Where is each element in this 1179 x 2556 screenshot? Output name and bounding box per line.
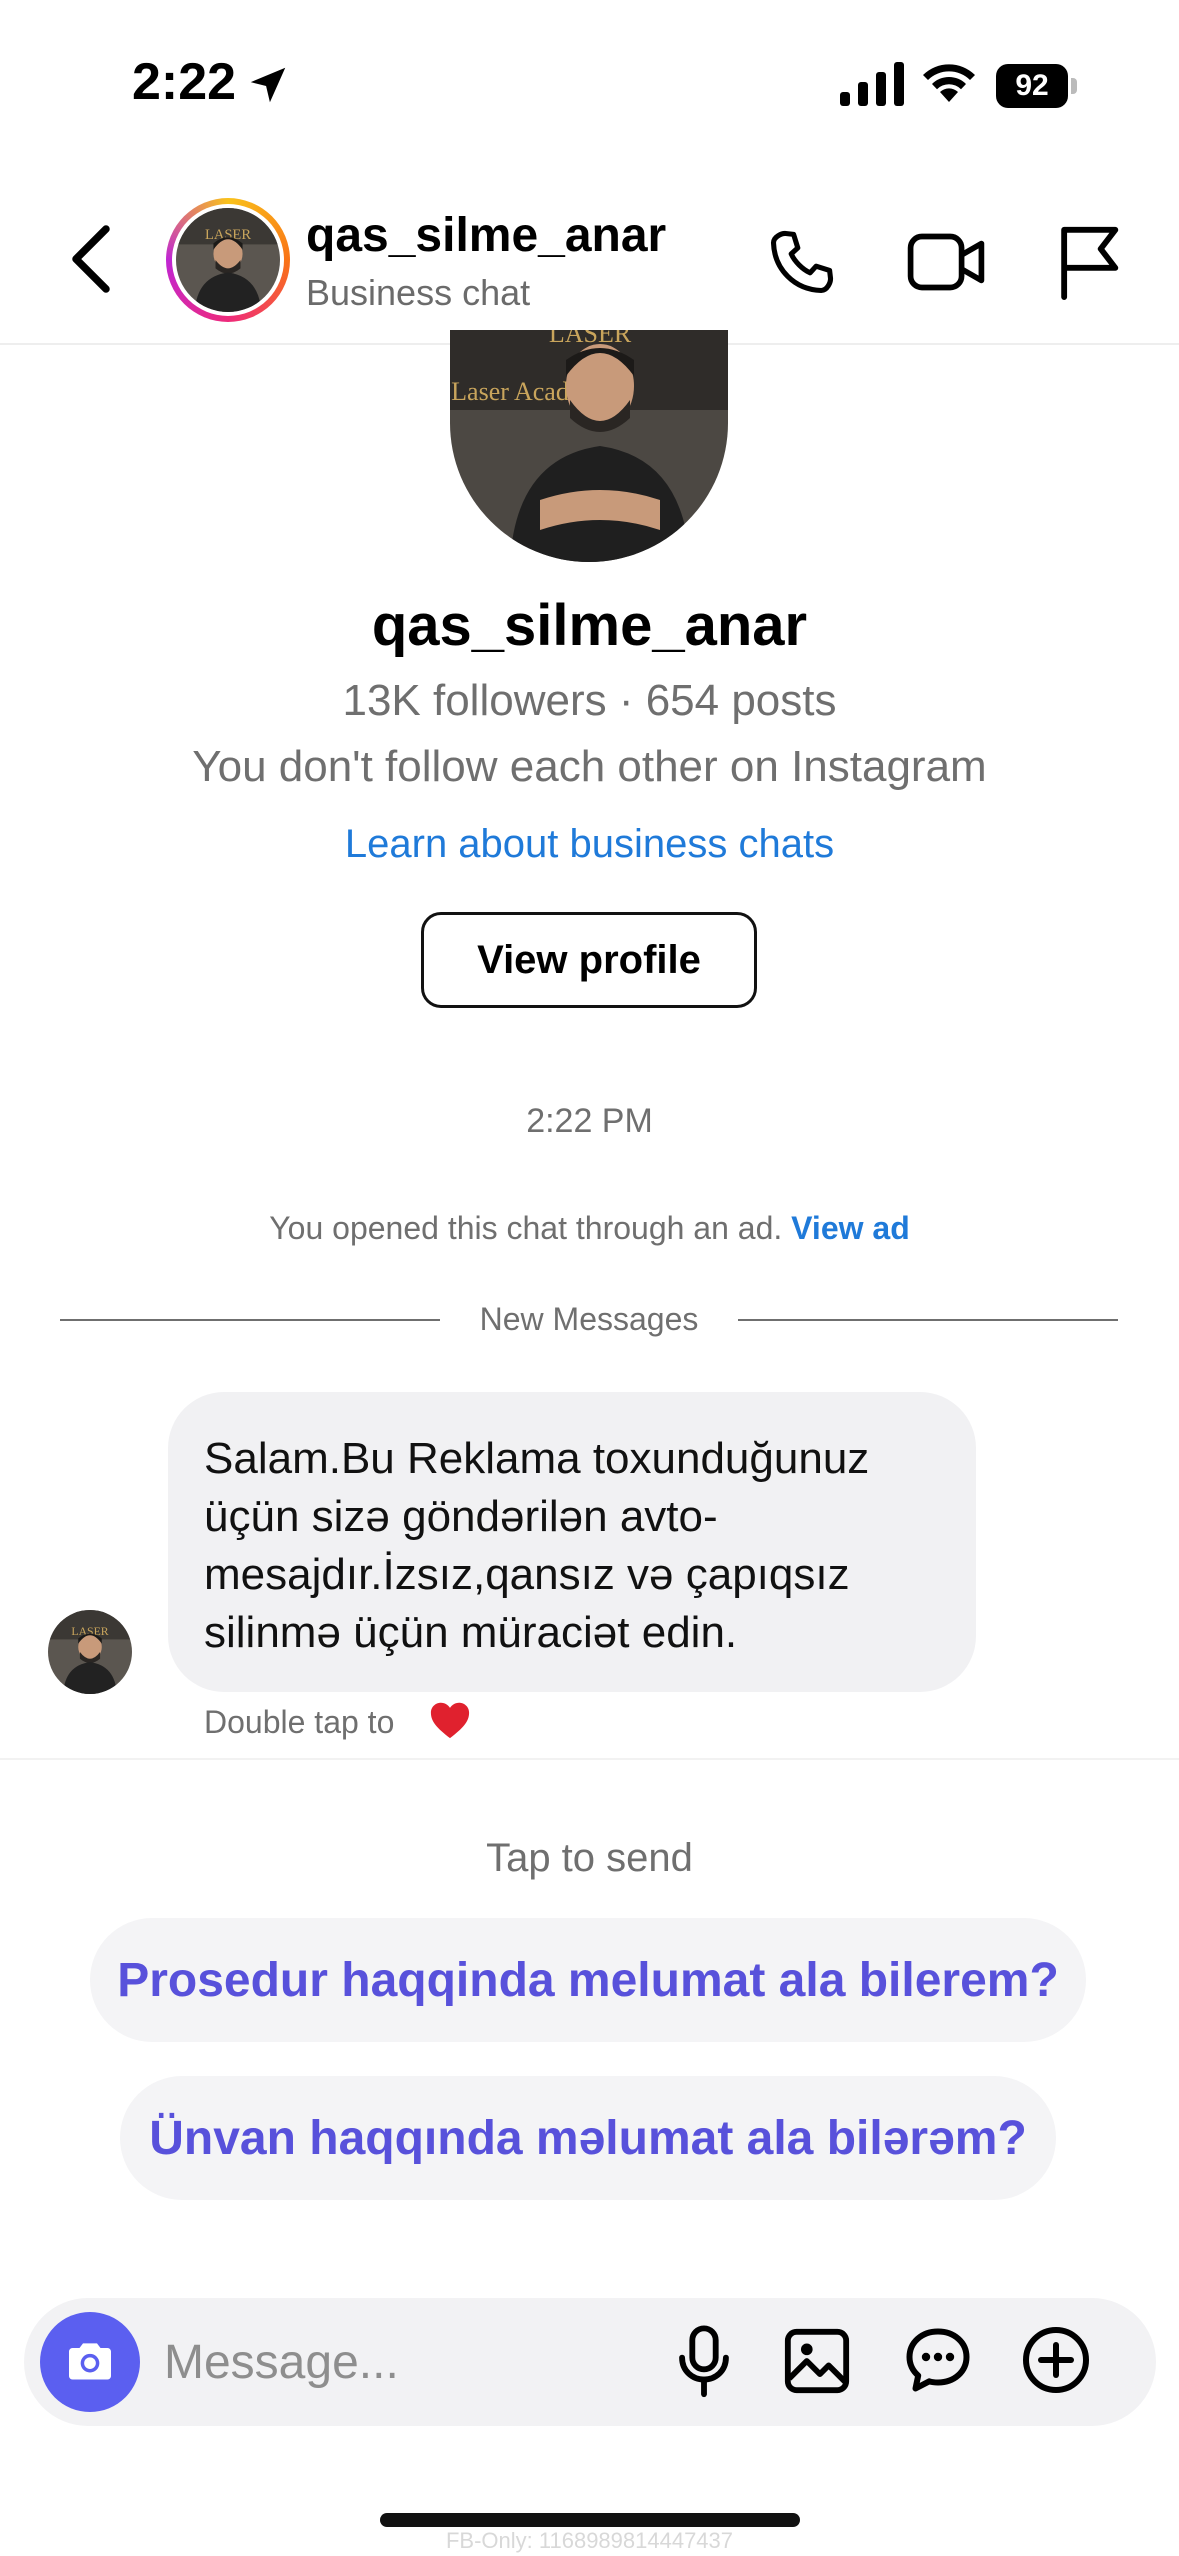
gallery-icon[interactable] xyxy=(782,2326,852,2396)
header-username[interactable]: qas_silme_anar xyxy=(306,208,666,263)
section-divider xyxy=(0,1758,1179,1760)
message-input[interactable] xyxy=(164,2322,664,2402)
microphone-icon[interactable] xyxy=(672,2324,736,2400)
header-avatar[interactable]: LASER xyxy=(166,198,290,322)
location-arrow-icon xyxy=(250,67,286,103)
camera-button[interactable] xyxy=(40,2312,140,2412)
divider-line xyxy=(738,1319,1118,1321)
profile-photo[interactable]: LASER Laser Acad xyxy=(450,330,728,562)
view-ad-link[interactable]: View ad xyxy=(791,1210,910,1246)
chat-timestamp: 2:22 PM xyxy=(526,1102,653,1140)
profile-stats: 13K followers · 654 posts xyxy=(342,676,837,725)
plus-icon[interactable] xyxy=(1020,2324,1092,2396)
chevron-left-icon[interactable] xyxy=(66,224,116,294)
heart-icon xyxy=(430,1702,470,1739)
header-subtitle: Business chat xyxy=(306,272,531,313)
build-label: FB-Only: 1168989814447437 xyxy=(445,2528,734,2553)
svg-text:Laser Acad: Laser Acad xyxy=(451,377,569,406)
avatar-photo: LASER xyxy=(176,208,280,312)
tap-to-send-heading: Tap to send xyxy=(486,1836,693,1880)
profile-photo-image: LASER Laser Acad xyxy=(450,330,728,562)
follow-status: You don't follow each other on Instagram xyxy=(192,742,987,791)
home-indicator[interactable] xyxy=(380,2513,800,2527)
new-messages-label: New Messages xyxy=(479,1301,699,1337)
battery-icon: 92 xyxy=(996,64,1080,108)
message-line: mesajdır.İzsız,qansız və çapıqsız xyxy=(204,1550,850,1599)
camera-icon xyxy=(69,2343,111,2380)
sender-avatar[interactable]: LASER xyxy=(48,1610,132,1694)
message-bubble[interactable]: Salam.Bu Reklama toxunduğunuz üçün sizə … xyxy=(168,1392,976,1692)
quick-reply-button[interactable]: Prosedur haqqinda melumat ala bilerem? xyxy=(90,1918,1086,2042)
battery-level: 92 xyxy=(996,64,1068,108)
sticker-icon[interactable] xyxy=(902,2324,974,2396)
message-line: silinmə üçün müraciət edin. xyxy=(204,1608,738,1657)
profile-username: qas_silme_anar xyxy=(371,593,808,658)
divider-line xyxy=(60,1319,440,1321)
flag-icon[interactable] xyxy=(1056,224,1122,300)
learn-business-chats-link[interactable]: Learn about business chats xyxy=(0,822,1179,867)
sender-avatar-photo: LASER xyxy=(48,1610,132,1694)
ad-notice: You opened this chat through an ad. View… xyxy=(0,1210,1179,1247)
quick-reply-button[interactable]: Ünvan haqqında məlumat ala bilərəm? xyxy=(120,2076,1056,2200)
wifi-icon xyxy=(923,64,975,102)
ad-notice-text: You opened this chat through an ad. xyxy=(269,1210,783,1246)
message-line: Salam.Bu Reklama toxunduğunuz xyxy=(204,1434,870,1483)
phone-icon[interactable] xyxy=(766,226,838,298)
svg-text:LASER: LASER xyxy=(549,330,632,348)
video-camera-icon[interactable] xyxy=(906,228,986,296)
status-time: 2:22 xyxy=(132,53,237,111)
message-line: üçün sizə göndərilən avto- xyxy=(204,1492,718,1541)
cellular-signal-icon xyxy=(840,62,904,106)
double-tap-hint: Double tap to xyxy=(204,1704,395,1740)
view-profile-button[interactable]: View profile xyxy=(421,912,757,1008)
